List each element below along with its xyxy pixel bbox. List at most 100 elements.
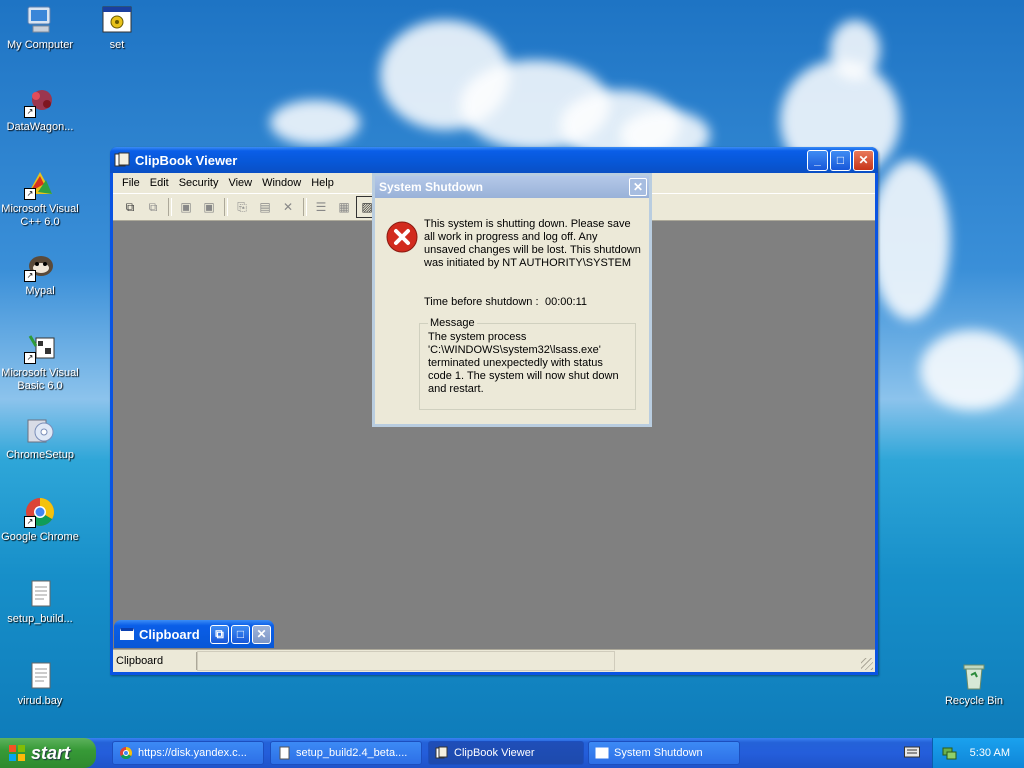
desktop-icon-label: virud.bay	[17, 695, 63, 707]
task-label: https://disk.yandex.c...	[138, 747, 247, 759]
menu-file[interactable]: File	[117, 177, 145, 189]
error-icon	[386, 221, 418, 253]
desktop-icon-recycle-bin[interactable]: Recycle Bin	[934, 660, 1014, 708]
visual-cpp-icon: ↗	[24, 168, 56, 200]
desktop-icon-google-chrome[interactable]: ↗ Google Chrome	[0, 496, 80, 544]
network-icon[interactable]	[941, 745, 957, 761]
table-of-contents-icon[interactable]: ☰	[310, 196, 332, 218]
taskbar-button-clipbook[interactable]: ClipBook Viewer	[428, 741, 584, 765]
shutdown-message: This system is shutting down. Please sav…	[424, 218, 641, 269]
share-icon[interactable]: ▣	[175, 196, 197, 218]
clipboard-minimized-window[interactable]: Clipboard ⧉ □ ✕	[114, 620, 274, 648]
desktop-icon-my-computer[interactable]: My Computer	[0, 4, 80, 52]
thumbnails-icon[interactable]: ▦	[333, 196, 355, 218]
desktop-icon-set[interactable]: set	[77, 4, 157, 52]
desktop-icon-visual-basic[interactable]: ↗ Microsoft Visual Basic 6.0	[0, 332, 80, 393]
connect-icon[interactable]: ⧉	[119, 196, 141, 218]
delete-icon[interactable]: ✕	[277, 196, 299, 218]
windows-logo-icon	[8, 744, 26, 762]
time-before-shutdown-label: Time before shutdown :	[424, 296, 539, 308]
computer-icon	[24, 4, 56, 36]
desktop-icon-label: Mypal	[25, 285, 55, 297]
status-text: Clipboard	[113, 652, 197, 670]
taskbar: start https://disk.yandex.c... setup_bui…	[0, 738, 1024, 768]
time-before-shutdown-value: 00:00:11	[545, 296, 588, 308]
desktop-icon-datawagon[interactable]: ↗ DataWagon...	[0, 86, 80, 134]
menu-edit[interactable]: Edit	[145, 177, 174, 189]
desktop-icon-label: DataWagon...	[6, 121, 74, 133]
desktop-icon-label: ChromeSetup	[6, 449, 74, 461]
chrome-icon	[119, 746, 133, 760]
system-tray: 5:30 AM	[932, 738, 1024, 768]
task-label: ClipBook Viewer	[454, 747, 535, 759]
dialog-close-button[interactable]: ✕	[629, 178, 647, 196]
visual-basic-icon: ↗	[24, 332, 56, 364]
clipboard-window-icon	[120, 628, 134, 640]
desktop-icon-mypal[interactable]: ↗ Mypal	[0, 250, 80, 298]
close-button[interactable]: ✕	[252, 624, 271, 644]
task-label: System Shutdown	[614, 747, 703, 759]
stop-sharing-icon[interactable]: ▣	[198, 196, 220, 218]
resize-grip-icon[interactable]	[861, 658, 873, 670]
chrome-icon: ↗	[24, 496, 56, 528]
window-icon	[595, 746, 609, 760]
toolbar-separator	[224, 198, 228, 216]
menu-help[interactable]: Help	[306, 177, 339, 189]
maximize-button[interactable]: □	[231, 624, 250, 644]
desktop-icon-virud-bay[interactable]: virud.bay	[0, 660, 80, 708]
menu-view[interactable]: View	[223, 177, 257, 189]
task-label: setup_build2.4_beta....	[296, 747, 408, 759]
desktop-icon-label: My Computer	[6, 39, 74, 51]
status-pane	[197, 651, 615, 671]
maximize-button[interactable]: □	[830, 149, 851, 171]
close-button[interactable]: ✕	[853, 149, 874, 171]
system-shutdown-dialog[interactable]: System Shutdown ✕ This system is shuttin…	[372, 173, 652, 427]
desktop-icon-label: Microsoft Visual Basic 6.0	[1, 367, 79, 392]
taskbar-button-setup-build[interactable]: setup_build2.4_beta....	[270, 741, 422, 765]
shortcut-arrow-icon: ↗	[24, 106, 36, 118]
restore-button[interactable]: ⧉	[210, 624, 229, 644]
shortcut-arrow-icon: ↗	[24, 188, 36, 200]
text-file-icon	[24, 578, 56, 610]
toolbar-separator	[168, 198, 172, 216]
start-button[interactable]: start	[0, 738, 96, 768]
window-title: ClipBook Viewer	[135, 152, 238, 168]
clipbook-icon	[435, 746, 449, 760]
text-file-icon	[24, 660, 56, 692]
clipboard-window-title: Clipboard	[139, 626, 200, 642]
shortcut-arrow-icon: ↗	[24, 516, 36, 528]
dialog-titlebar[interactable]: System Shutdown ✕	[375, 176, 649, 198]
disconnect-icon[interactable]: ⧉	[142, 196, 164, 218]
paste-icon[interactable]: ▤	[254, 196, 276, 218]
clock[interactable]: 5:30 AM	[970, 747, 1010, 759]
taskbar-button-system-shutdown[interactable]: System Shutdown	[588, 741, 740, 765]
taskbar-button-yandex[interactable]: https://disk.yandex.c...	[112, 741, 264, 765]
dialog-title: System Shutdown	[379, 180, 484, 194]
desktop-icon-label: Recycle Bin	[944, 695, 1004, 707]
message-groupbox: Message The system process 'C:\WINDOWS\s…	[419, 317, 636, 410]
menu-security[interactable]: Security	[174, 177, 224, 189]
copy-icon[interactable]: ⎘	[231, 196, 253, 218]
message-legend: Message	[430, 317, 475, 329]
keyboard-icon[interactable]	[904, 746, 920, 758]
start-label: start	[31, 742, 71, 763]
desktop-icon-visual-cpp[interactable]: ↗ Microsoft Visual C++ 6.0	[0, 168, 80, 229]
text-file-icon	[277, 746, 291, 760]
clipbook-titlebar[interactable]: ClipBook Viewer _ □ ✕	[110, 147, 878, 173]
desktop-icon-label: Microsoft Visual C++ 6.0	[1, 203, 79, 228]
mypal-icon: ↗	[24, 250, 56, 282]
minimize-button[interactable]: _	[807, 149, 828, 171]
menu-window[interactable]: Window	[257, 177, 306, 189]
status-bar: Clipboard	[113, 649, 875, 672]
shortcut-arrow-icon: ↗	[24, 352, 36, 364]
batch-file-icon	[101, 4, 133, 36]
desktop-icon-label: setup_build...	[7, 613, 73, 625]
message-text: The system process 'C:\WINDOWS\system32\…	[428, 331, 619, 395]
desktop-icon-label: set	[109, 39, 125, 51]
shortcut-arrow-icon: ↗	[24, 270, 36, 282]
desktop-icon-setup-build[interactable]: setup_build...	[0, 578, 80, 626]
recycle-bin-icon	[958, 660, 990, 692]
clipbook-icon	[114, 152, 130, 168]
desktop-icon-chromesetup[interactable]: ChromeSetup	[0, 414, 80, 462]
installer-icon	[24, 414, 56, 446]
